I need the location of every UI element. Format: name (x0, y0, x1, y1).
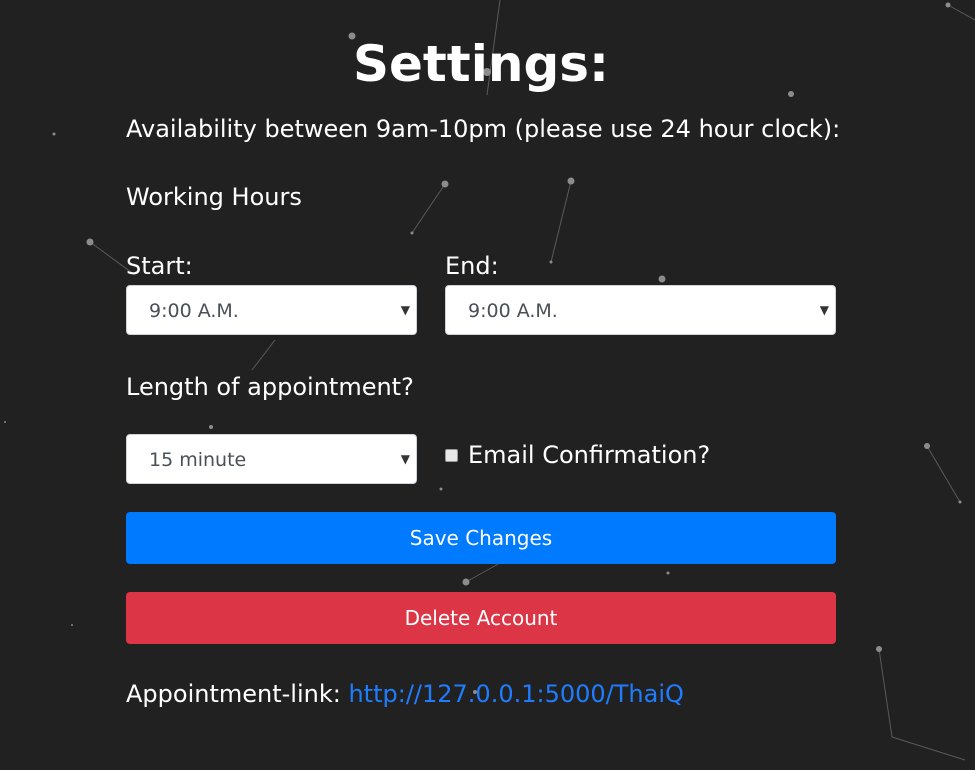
delete-account-button[interactable]: Delete Account (126, 592, 836, 644)
settings-page: Settings: Availability between 9am-10pm … (0, 0, 975, 770)
start-label: Start: (126, 252, 193, 280)
working-hours-heading: Working Hours (126, 183, 302, 211)
start-time-select[interactable]: 9:00 A.M. ▼ (126, 285, 417, 335)
chevron-down-icon: ▼ (400, 303, 410, 317)
end-label: End: (445, 252, 499, 280)
page-title: Settings: (352, 35, 609, 93)
email-confirmation-label: Email Confirmation? (468, 441, 711, 469)
chevron-down-icon: ▼ (400, 452, 410, 466)
chevron-down-icon: ▼ (819, 303, 829, 317)
start-time-value: 9:00 A.M. (149, 300, 239, 322)
end-time-select[interactable]: 9:00 A.M. ▼ (445, 285, 836, 335)
appointment-link-label: Appointment-link: (126, 680, 341, 708)
email-confirmation-checkbox[interactable] (445, 449, 458, 462)
appointment-link-row: Appointment-link: http://127.0.0.1:5000/… (126, 679, 684, 709)
appointment-length-value: 15 minute (149, 449, 247, 471)
save-changes-button[interactable]: Save Changes (126, 512, 836, 564)
availability-note: Availability between 9am-10pm (please us… (126, 115, 841, 143)
appointment-length-label: Length of appointment? (126, 373, 414, 401)
appointment-length-select[interactable]: 15 minute ▼ (126, 434, 417, 484)
appointment-link[interactable]: http://127.0.0.1:5000/ThaiQ (348, 680, 683, 708)
end-time-value: 9:00 A.M. (468, 300, 558, 322)
